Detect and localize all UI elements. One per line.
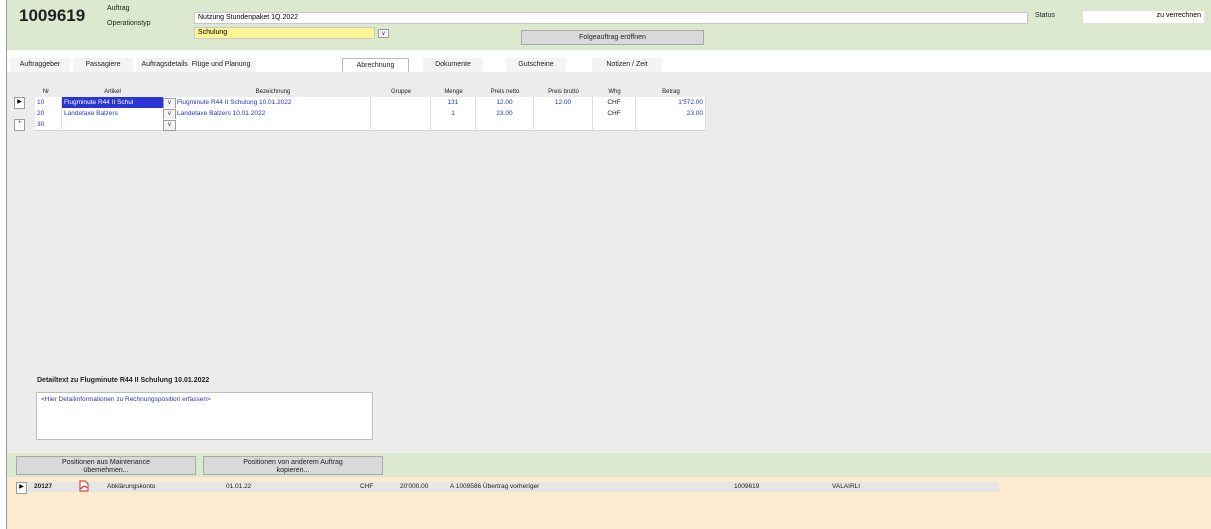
account-date: 01.01.22 bbox=[226, 483, 252, 490]
new-row-icon[interactable]: * bbox=[14, 119, 25, 131]
auftrag-label: Auftrag bbox=[107, 5, 130, 12]
cell-artikel[interactable]: Flugminute R44 II Schul bbox=[62, 97, 164, 108]
cell-nr[interactable]: 20 bbox=[35, 108, 62, 119]
auftrag-field[interactable]: Nutzung Stundenpaket 1Q.2022 bbox=[194, 12, 1028, 24]
status-label: Status bbox=[1035, 12, 1055, 19]
cell-whg[interactable]: CHF bbox=[593, 97, 636, 108]
tab-bar: Auftraggeber Passagiere Auftragsdetails … bbox=[7, 58, 1211, 73]
pdf-icon[interactable] bbox=[78, 480, 90, 492]
tab-passagiere[interactable]: Passagiere bbox=[73, 58, 133, 73]
maintenance-positions-button[interactable]: Positionen aus Maintenance übernehmen... bbox=[16, 456, 196, 475]
detail-textarea[interactable]: <Hier Detailinformationen zu Rechnungspo… bbox=[36, 392, 373, 440]
col-gruppe: Gruppe bbox=[390, 89, 411, 95]
cell-betrag[interactable] bbox=[636, 119, 706, 130]
folgeauftrag-button[interactable]: Folgeauftrag eröffnen bbox=[521, 30, 704, 45]
cell-menge[interactable]: 131 bbox=[431, 97, 476, 108]
tab-dokumente[interactable]: Dokumente bbox=[423, 58, 483, 73]
operationstyp-label: Operationstyp bbox=[107, 20, 151, 27]
cell-bezeichnung[interactable]: Flugminute R44 II Schulung 10.01.2022 bbox=[175, 97, 371, 108]
maintenance-button-line1: Positionen aus Maintenance bbox=[62, 459, 150, 466]
left-border bbox=[0, 0, 7, 529]
cell-gruppe[interactable] bbox=[371, 119, 431, 130]
cell-artikel[interactable] bbox=[62, 119, 164, 130]
cell-preis-brutto[interactable]: 12.00 bbox=[534, 97, 593, 108]
cell-menge[interactable]: 1 bbox=[431, 108, 476, 119]
order-number: 1009619 bbox=[19, 6, 86, 25]
account-text: A 1009586 Übertrag vorheriger bbox=[450, 483, 540, 490]
cell-preis-netto[interactable]: 12.00 bbox=[476, 97, 534, 108]
account-order: 1009619 bbox=[734, 483, 760, 490]
col-nr: Nr bbox=[42, 89, 50, 95]
account-currency: CHF bbox=[360, 483, 374, 490]
maintenance-button-line2: übernehmen... bbox=[83, 467, 129, 474]
tab-auftragsdetails[interactable]: Auftragsdetails bbox=[142, 61, 188, 68]
col-preis-brutto: Preis brutto bbox=[548, 89, 579, 95]
cell-nr[interactable]: 30 bbox=[35, 119, 62, 130]
tab-auftragsdetails-fluege[interactable]: Auftragsdetails Flüge und Planung bbox=[136, 58, 256, 73]
tab-gutscheine[interactable]: Gutscheine bbox=[506, 58, 566, 73]
cell-preis-netto[interactable] bbox=[476, 119, 534, 130]
tab-abrechnung[interactable]: Abrechnung bbox=[342, 58, 409, 73]
detail-title: Detailtext zu Flugminute R44 II Schulung… bbox=[37, 377, 210, 384]
cell-whg[interactable]: CHF bbox=[593, 108, 636, 119]
row-selector-icon[interactable]: ▶ bbox=[14, 97, 25, 109]
status-value: zu verrechnen bbox=[1083, 11, 1204, 23]
account-id: 20127 bbox=[34, 483, 53, 490]
tab-auftraggeber[interactable]: Auftraggeber bbox=[10, 58, 70, 73]
cell-betrag[interactable]: 23.00 bbox=[636, 108, 706, 119]
table-row-new[interactable]: 30 ∨ bbox=[35, 119, 706, 131]
col-menge: Menge bbox=[444, 89, 463, 95]
account-user: VALAIRLI bbox=[832, 483, 861, 490]
account-amount: 20'000.00 bbox=[400, 483, 429, 490]
cell-preis-brutto[interactable] bbox=[534, 108, 593, 119]
cell-bezeichnung[interactable] bbox=[175, 119, 371, 130]
operationstyp-select[interactable]: Schulung bbox=[194, 27, 375, 39]
col-artikel: Artikel bbox=[104, 89, 121, 95]
cell-whg[interactable] bbox=[593, 119, 636, 130]
cell-bezeichnung[interactable]: Landetaxe Balzers 10.01.2022 bbox=[175, 108, 371, 119]
copy-button-line1: Positionen von anderem Auftrag bbox=[243, 459, 343, 466]
cell-preis-netto[interactable]: 23.00 bbox=[476, 108, 534, 119]
cell-preis-brutto[interactable] bbox=[534, 119, 593, 130]
copy-button-line2: kopieren... bbox=[276, 467, 310, 474]
col-bezeichnung: Bezeichnung bbox=[255, 89, 291, 95]
col-whg: Whg bbox=[608, 89, 621, 95]
cell-menge[interactable] bbox=[431, 119, 476, 130]
tab-fluege-planung[interactable]: Flüge und Planung bbox=[192, 61, 251, 68]
row-selector-icon[interactable]: ▶ bbox=[16, 482, 27, 494]
col-betrag: Betrag bbox=[662, 89, 680, 95]
copy-positions-button[interactable]: Positionen von anderem Auftrag kopieren.… bbox=[203, 456, 383, 475]
cell-gruppe[interactable] bbox=[371, 97, 431, 108]
col-preis-netto: Preis netto bbox=[490, 89, 520, 95]
cell-artikel[interactable]: Landetaxe Balzers bbox=[62, 108, 164, 119]
cell-betrag[interactable]: 1'572.00 bbox=[636, 97, 706, 108]
cell-nr[interactable]: 10 bbox=[35, 97, 62, 108]
tab-notizen-zeit[interactable]: Notizen / Zeit bbox=[592, 58, 662, 73]
operationstyp-dropdown-icon[interactable]: ∨ bbox=[378, 29, 389, 38]
account-name: Abklärungskonto bbox=[107, 483, 156, 490]
cell-gruppe[interactable] bbox=[371, 108, 431, 119]
